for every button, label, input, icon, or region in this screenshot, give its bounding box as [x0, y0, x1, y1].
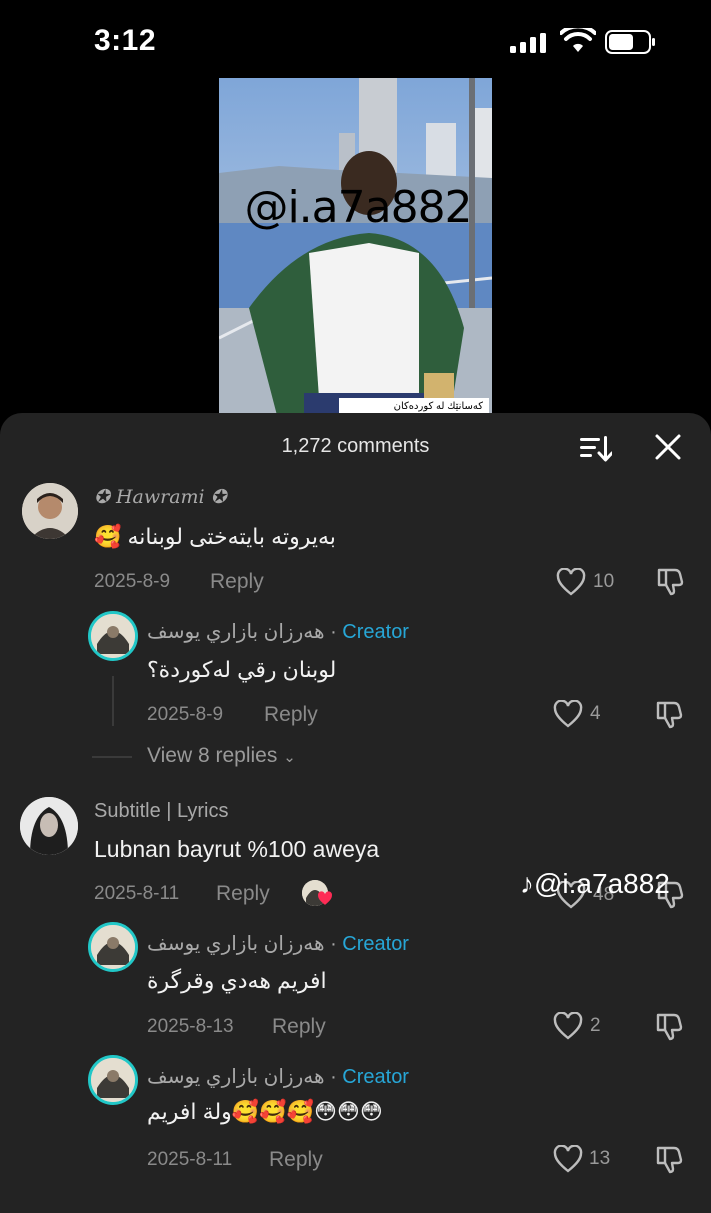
- reply-username[interactable]: هەرزان بازاري يوسف · Creator: [147, 619, 409, 644]
- like-count: 2: [590, 1015, 601, 1036]
- reply-button[interactable]: Reply: [216, 882, 270, 906]
- reply-username-text: هەرزان بازاري يوسف: [147, 933, 325, 955]
- tiktok-watermark-text: @i.a7a882: [534, 868, 670, 899]
- view-replies-button[interactable]: View 8 replies ⌄: [147, 744, 296, 768]
- creator-avatar[interactable]: [88, 922, 138, 972]
- wifi-icon: [560, 28, 596, 52]
- like-count: 4: [590, 703, 601, 724]
- reply-username-text: هەرزان بازاري يوسف: [147, 621, 325, 643]
- chevron-down-icon: ⌄: [283, 749, 296, 766]
- reply-text: ولة افريم🥰🥰🥰😳😳😳: [147, 1099, 383, 1124]
- creator-avatar[interactable]: [88, 611, 138, 661]
- like-count: 13: [589, 1148, 611, 1169]
- reply-text: لوبنان رقي لەكوردة؟: [147, 657, 337, 682]
- heart-icon[interactable]: [556, 568, 586, 596]
- comment-text: 🥰 بەیروتە بایتەختی لوبنانە: [94, 524, 336, 549]
- avatar[interactable]: [22, 483, 78, 539]
- cellular-signal-icon: [510, 33, 546, 53]
- reply-button[interactable]: Reply: [269, 1148, 323, 1172]
- video-thumbnail[interactable]: @i.a7a882 كەسانێك لە كوردەكان: [219, 78, 492, 423]
- reply-username[interactable]: هەرزان بازاري يوسف · Creator: [147, 1064, 409, 1089]
- dislike-icon[interactable]: [654, 699, 684, 729]
- reply-username-text: هەرزان بازاري يوسف: [147, 1066, 325, 1088]
- video-watermark: @i.a7a882: [244, 182, 472, 233]
- dislike-icon[interactable]: [654, 1144, 684, 1174]
- creator-badge: Creator: [342, 621, 409, 643]
- tiktok-logo-icon: ♪: [520, 868, 534, 899]
- status-time: 3:12: [94, 24, 157, 57]
- close-icon[interactable]: [654, 433, 682, 461]
- view-replies-divider: [92, 756, 132, 758]
- status-bar: 3:12: [0, 0, 711, 80]
- reply-button[interactable]: Reply: [264, 703, 318, 727]
- reply-button[interactable]: Reply: [210, 570, 264, 594]
- dislike-icon[interactable]: [654, 1011, 684, 1041]
- comment-username[interactable]: Subtitle | Lyrics: [94, 800, 229, 823]
- creator-badge: Creator: [342, 1066, 409, 1088]
- heart-icon[interactable]: [553, 1145, 583, 1173]
- comment-username[interactable]: ✪ Hawrami ✪: [94, 486, 227, 508]
- avatar[interactable]: [20, 797, 78, 855]
- reply-button[interactable]: Reply: [272, 1015, 326, 1039]
- video-frame-image: [219, 78, 492, 423]
- reply-username-separator: ·: [330, 933, 343, 955]
- reply-username-separator: ·: [330, 621, 343, 643]
- reply-username-separator: ·: [330, 1066, 343, 1088]
- heart-icon[interactable]: [553, 700, 583, 728]
- reply-text: افريم هەدي وقرگرة: [147, 968, 327, 993]
- tiktok-watermark: ♪@i.a7a882: [520, 868, 670, 900]
- heart-icon[interactable]: [553, 1012, 583, 1040]
- reply-username[interactable]: هەرزان بازاري يوسف · Creator: [147, 931, 409, 956]
- reply-date: 2025-8-9: [147, 704, 224, 725]
- comment-text: Lubnan bayrut %100 aweya: [94, 836, 380, 862]
- comment-date: 2025-8-9: [94, 571, 171, 592]
- creator-avatar[interactable]: [88, 1055, 138, 1105]
- dislike-icon[interactable]: [655, 566, 685, 596]
- creator-badge: Creator: [342, 933, 409, 955]
- reply-date: 2025-8-13: [147, 1016, 234, 1037]
- comment-date: 2025-8-11: [94, 883, 180, 904]
- reply-date: 2025-8-11: [147, 1149, 233, 1170]
- view-replies-label: View 8 replies: [147, 744, 278, 767]
- heart-filled-icon: [318, 891, 332, 905]
- sort-icon[interactable]: [578, 433, 612, 463]
- like-count: 10: [593, 571, 615, 592]
- thread-line: [112, 676, 114, 726]
- battery-icon: [605, 30, 655, 54]
